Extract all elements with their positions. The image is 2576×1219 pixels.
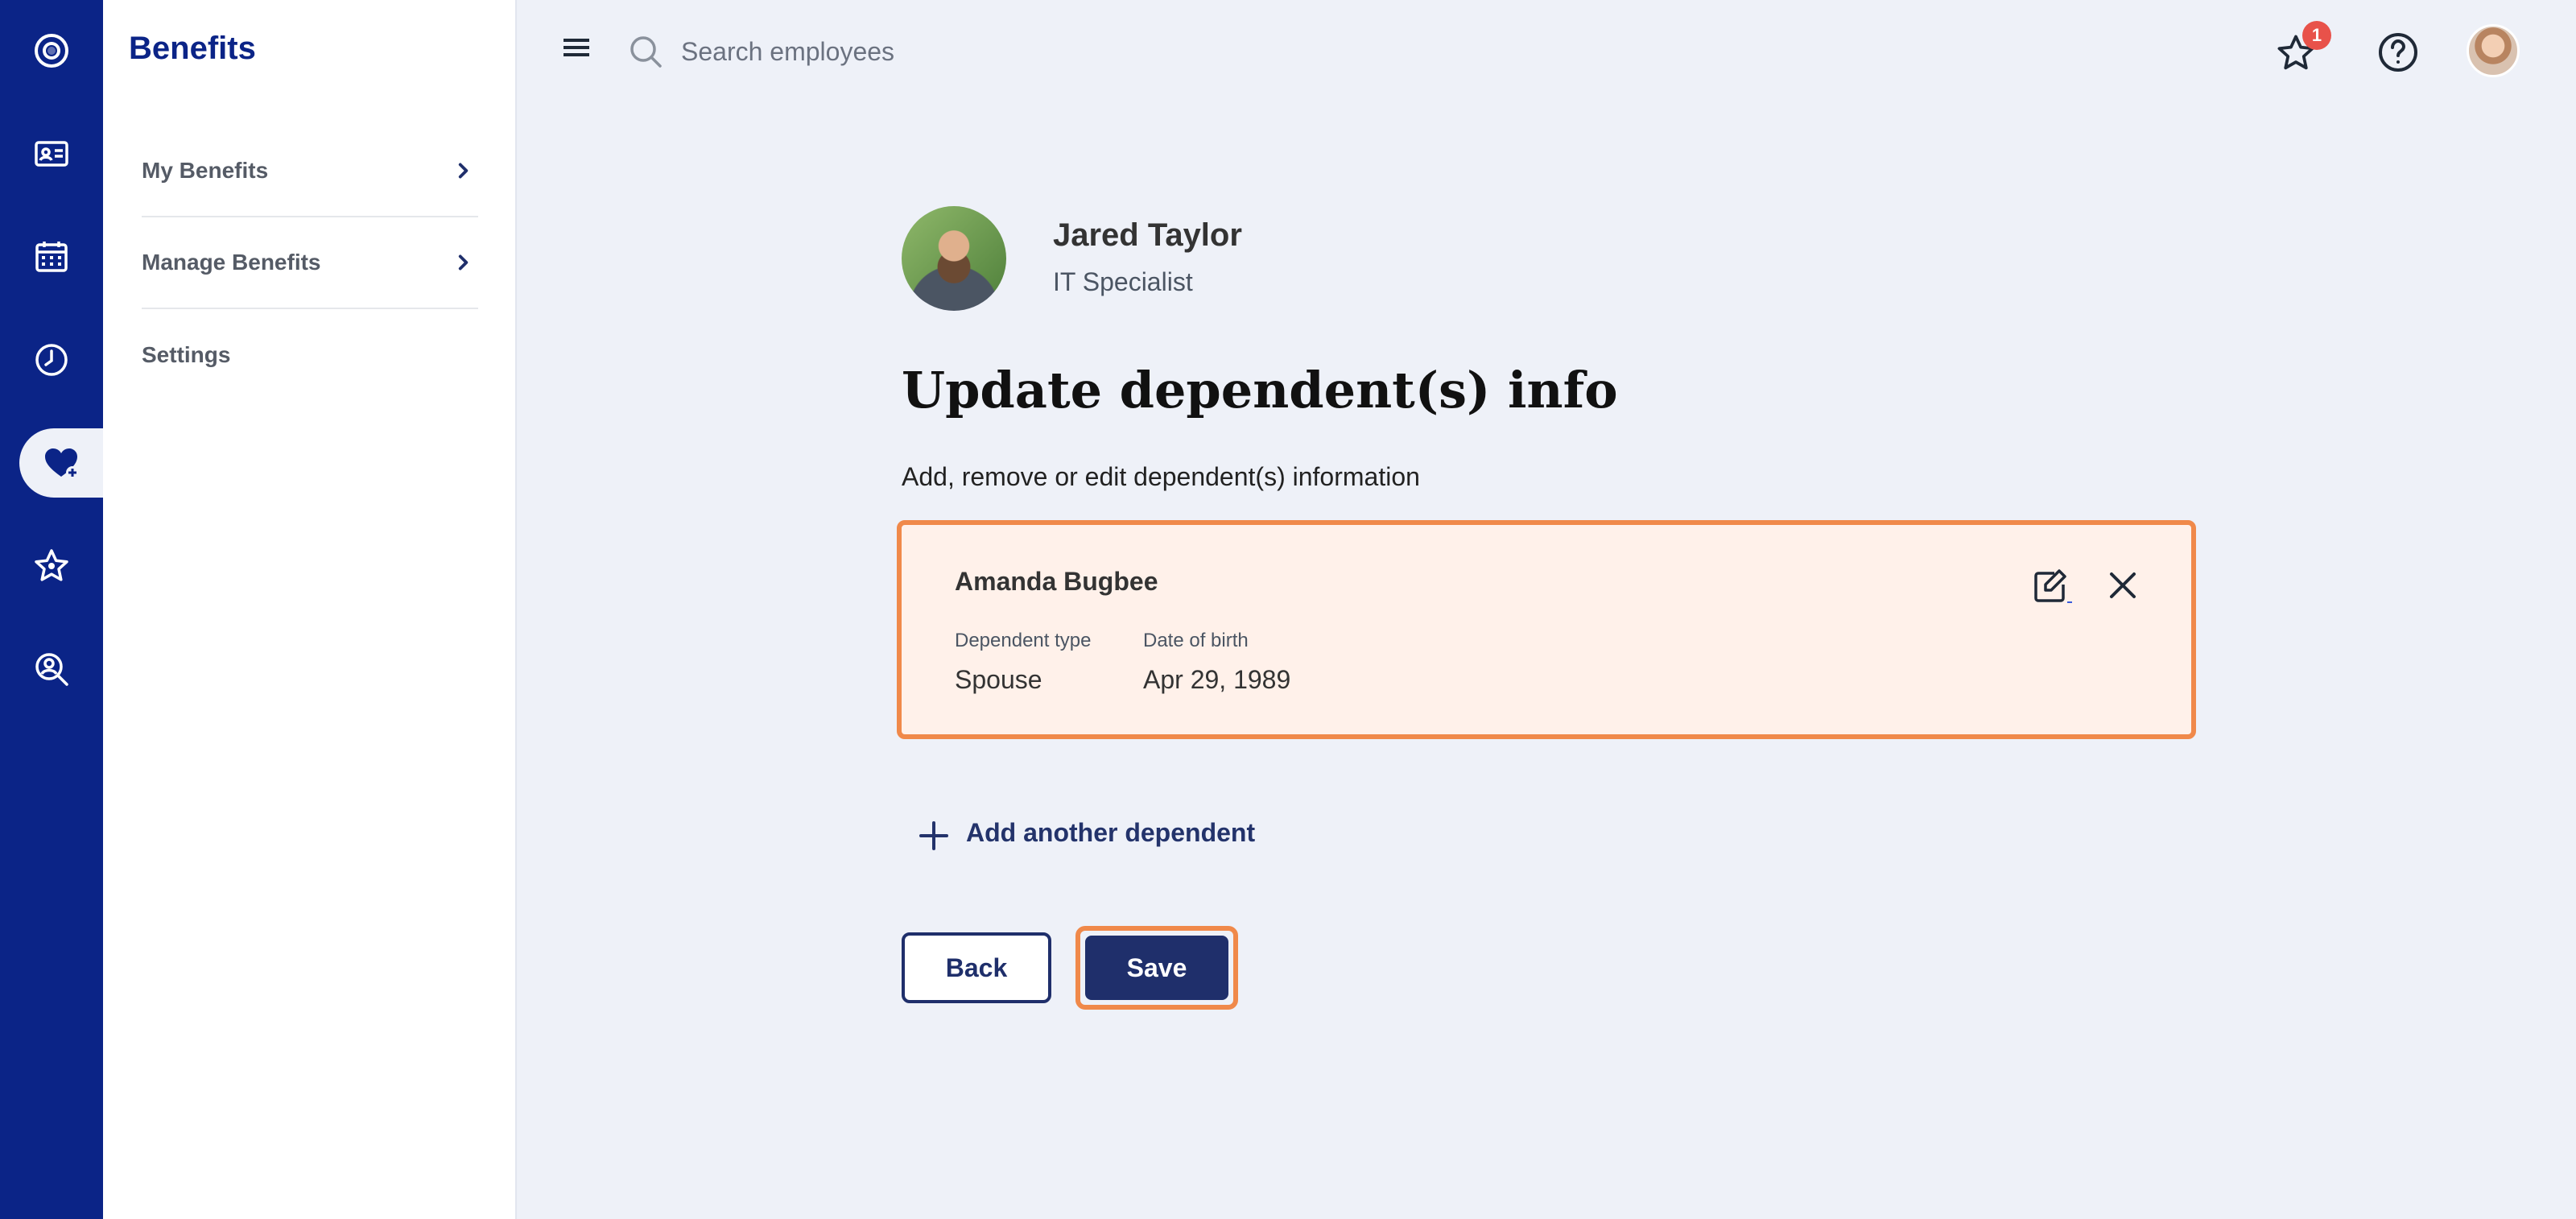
sidebar-item-settings[interactable]: Settings xyxy=(142,309,478,401)
search-person-icon[interactable] xyxy=(0,634,103,704)
page-title: Update dependent(s) info xyxy=(902,361,1618,419)
sidebar-item-manage-benefits[interactable]: Manage Benefits xyxy=(142,217,478,309)
employee-avatar xyxy=(902,206,1006,311)
chevron-right-icon xyxy=(458,163,469,179)
sidebar-item-label: Settings xyxy=(142,342,231,367)
chevron-right-icon xyxy=(458,254,469,271)
logo-icon[interactable] xyxy=(0,16,103,85)
date-of-birth-label: Date of birth xyxy=(1143,630,1249,651)
sidebar-title: Benefits xyxy=(129,31,256,66)
save-button[interactable]: Save xyxy=(1085,936,1228,1000)
date-of-birth-value: Apr 29, 1989 xyxy=(1143,665,1291,694)
user-avatar[interactable] xyxy=(2467,24,2520,77)
sidebar-item-my-benefits[interactable]: My Benefits xyxy=(142,126,478,217)
hamburger-menu-icon[interactable] xyxy=(560,34,596,63)
employee-name: Jared Taylor xyxy=(1053,217,1242,253)
id-card-icon[interactable] xyxy=(0,119,103,188)
add-dependent-link[interactable]: Add another dependent xyxy=(966,818,1255,848)
search-icon xyxy=(630,36,662,68)
employee-role: IT Specialist xyxy=(1053,267,1193,296)
calendar-icon[interactable] xyxy=(0,222,103,291)
close-icon[interactable] xyxy=(2104,567,2141,604)
back-button[interactable]: Back xyxy=(902,932,1051,1003)
edit-icon[interactable] xyxy=(2030,567,2075,607)
sidebar-nav: My Benefits Manage Benefits Settings xyxy=(142,126,478,401)
heart-plus-icon[interactable] xyxy=(19,428,103,498)
sidebar-item-label: My Benefits xyxy=(142,158,269,183)
save-button-highlight: Save xyxy=(1075,926,1238,1010)
icon-rail xyxy=(0,0,103,1219)
help-icon[interactable] xyxy=(2376,31,2420,74)
clock-icon[interactable] xyxy=(0,325,103,395)
page-subtitle: Add, remove or edit dependent(s) informa… xyxy=(902,462,1420,491)
search-input[interactable] xyxy=(681,27,1245,76)
notification-badge: 1 xyxy=(2302,21,2331,50)
star-icon[interactable] xyxy=(0,531,103,601)
plus-icon[interactable] xyxy=(918,820,950,852)
dependent-type-label: Dependent type xyxy=(955,630,1092,651)
dependent-type-value: Spouse xyxy=(955,665,1042,694)
benefits-sidebar: Benefits My Benefits Manage Benefits Set… xyxy=(103,0,517,1219)
sidebar-item-label: Manage Benefits xyxy=(142,250,321,275)
dependent-name: Amanda Bugbee xyxy=(955,567,1158,596)
dependent-card: Amanda Bugbee Dependent type Spouse Date… xyxy=(897,520,2196,739)
app-window: Benefits My Benefits Manage Benefits Set… xyxy=(0,0,2576,1219)
